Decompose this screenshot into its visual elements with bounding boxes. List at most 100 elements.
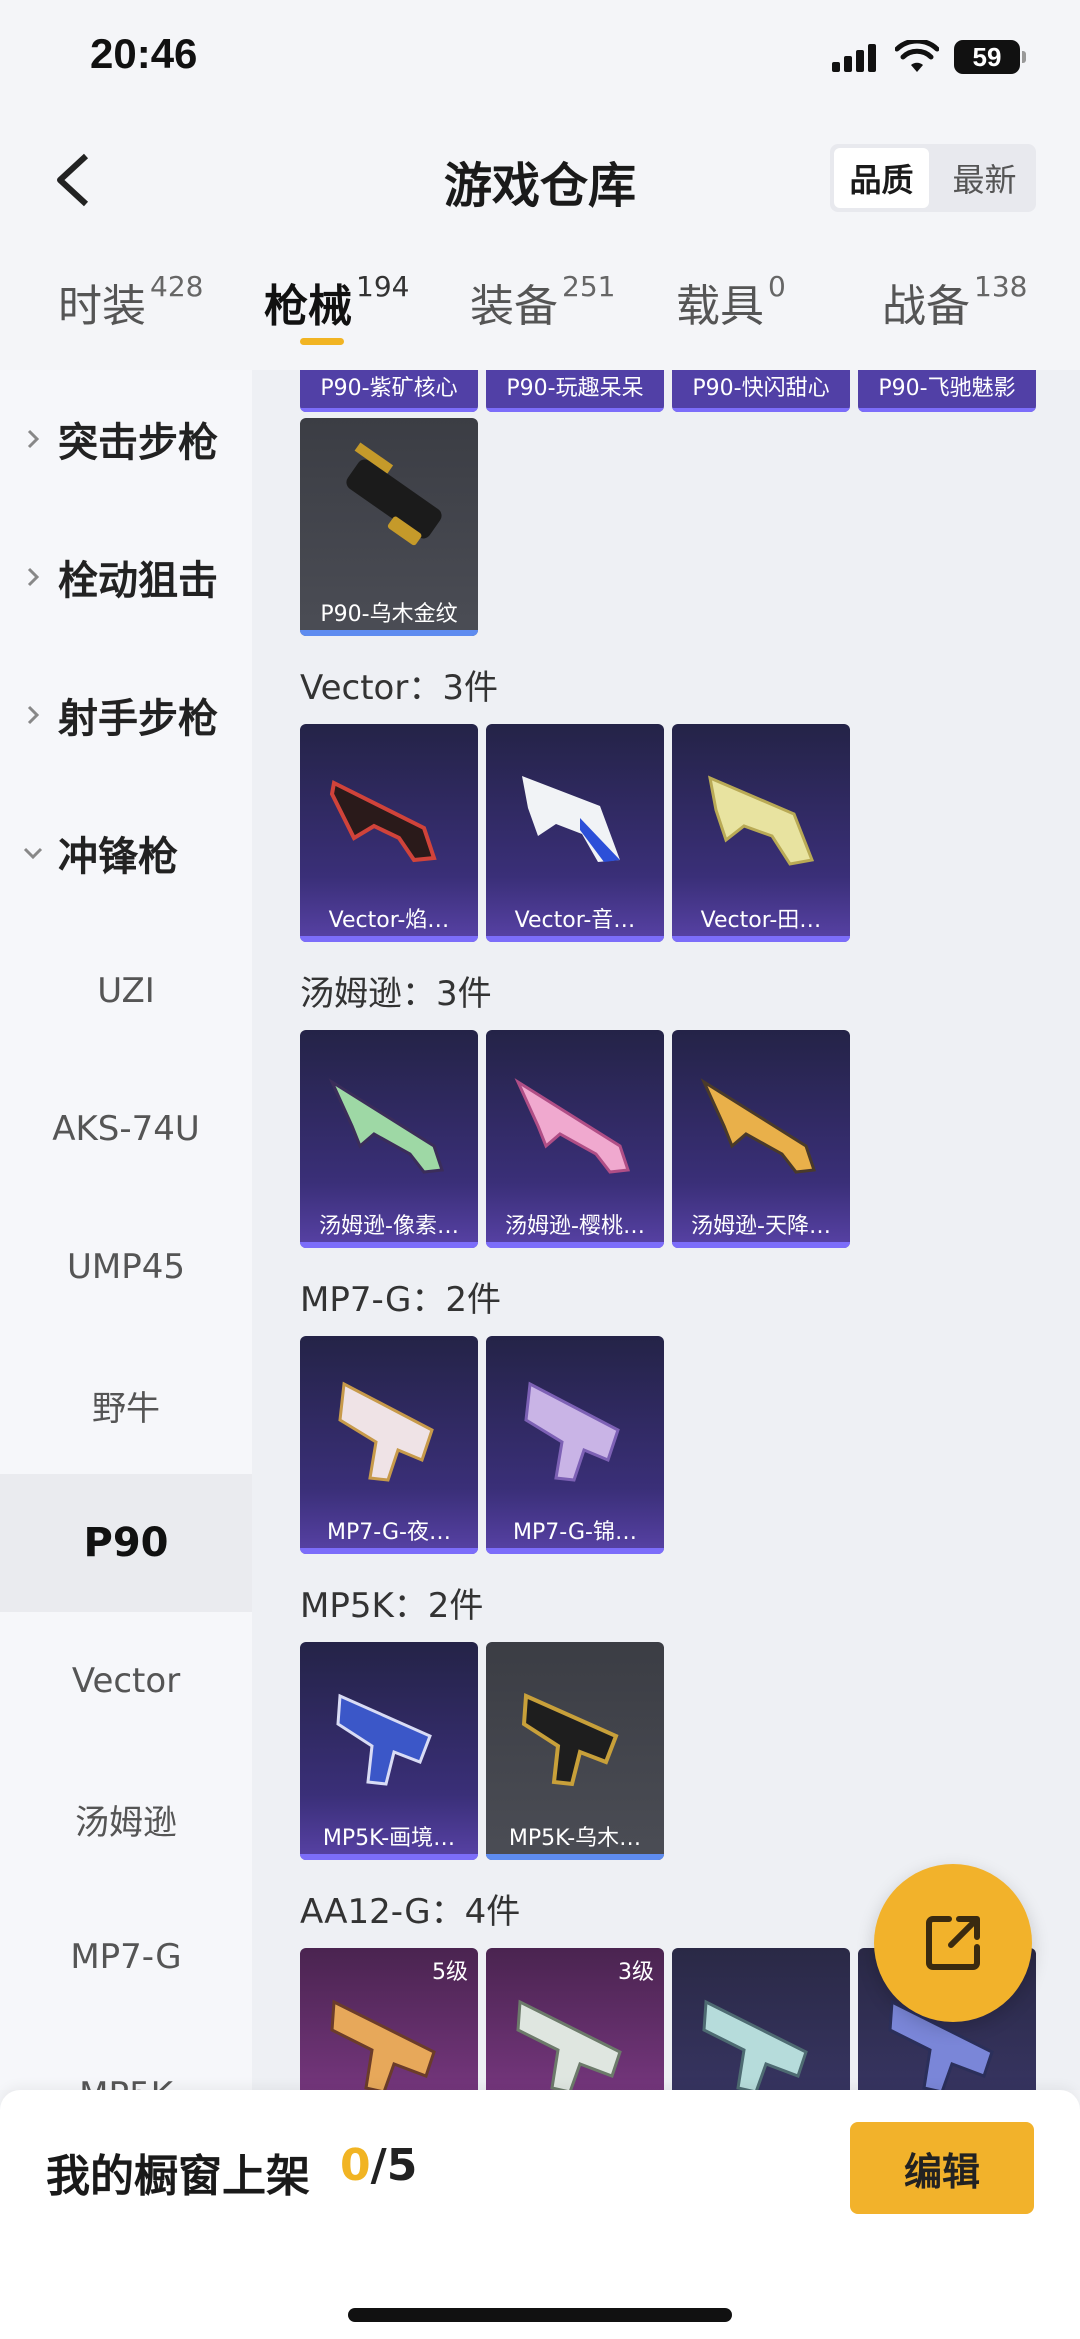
- rarity-bar: [486, 1242, 664, 1248]
- skin-card[interactable]: 5级: [300, 1948, 478, 2090]
- skin-card[interactable]: Vector-音…: [486, 724, 664, 942]
- skin-card-label: Vector-音…: [514, 908, 636, 933]
- aa12g-gun-image: [702, 1999, 808, 2090]
- skin-card-label: P90-乌木金纹: [320, 602, 458, 627]
- sidebar-item-uzi[interactable]: UZI: [0, 922, 252, 1060]
- chevron-right-icon: [27, 429, 40, 449]
- sidebar-item-ump45[interactable]: UMP45: [0, 1198, 252, 1336]
- skin-card-label[interactable]: P90-紫矿核心: [300, 370, 478, 412]
- skin-card-label[interactable]: P90-快闪甜心: [672, 370, 850, 412]
- skin-card-label: 汤姆逊-像素…: [319, 1214, 459, 1239]
- wifi-icon: [895, 40, 939, 72]
- sidebar-item-bison[interactable]: 野牛: [0, 1336, 252, 1474]
- skin-card-label[interactable]: P90-玩趣呆呆: [486, 370, 664, 412]
- rarity-bar: [672, 936, 850, 942]
- skin-card[interactable]: P90-乌木金纹: [300, 418, 478, 636]
- tab-label: 装备: [470, 281, 558, 332]
- rarity-bar: [300, 1854, 478, 1860]
- vector-gun-image: [329, 780, 437, 863]
- chevron-down-icon: [23, 847, 43, 860]
- header: 游戏仓库 品质 最新: [0, 120, 1080, 240]
- skin-card-label: 汤姆逊-樱桃…: [505, 1214, 645, 1239]
- skin-card[interactable]: Vector-焰…: [300, 724, 478, 942]
- sidebar-group-marksman-rifles[interactable]: 射手步枪: [0, 646, 252, 784]
- tab-vehicles[interactable]: 载具 0: [676, 270, 786, 360]
- tab-tactical[interactable]: 战备 138: [882, 270, 1027, 360]
- rarity-bar: [300, 936, 478, 942]
- tab-count: 251: [562, 270, 616, 303]
- vector-gun-image: [522, 776, 620, 862]
- tab-equipment[interactable]: 装备 251: [470, 270, 615, 360]
- tab-firearms[interactable]: 枪械 194: [264, 270, 409, 360]
- chevron-right-icon: [27, 705, 40, 725]
- sidebar-item-vector[interactable]: Vector: [0, 1612, 252, 1750]
- sidebar-item-aks74u[interactable]: AKS-74U: [0, 1060, 252, 1198]
- sidebar-item-p90[interactable]: P90: [0, 1474, 252, 1612]
- sidebar-group-label: 射手步枪: [58, 696, 218, 742]
- rarity-bar: [300, 1548, 478, 1554]
- tab-label: 战备: [882, 281, 970, 332]
- aa12g-gun-image: [516, 1999, 622, 2090]
- tab-label: 枪械: [264, 281, 352, 332]
- skin-card-label[interactable]: P90-飞驰魅影: [858, 370, 1036, 412]
- sidebar-item-mp7g[interactable]: MP7-G: [0, 1888, 252, 2026]
- edit-button[interactable]: 编辑: [850, 2122, 1034, 2214]
- skin-card[interactable]: 汤姆逊-像素…: [300, 1030, 478, 1248]
- status-bar: 20:46 59: [0, 0, 1080, 120]
- skin-card[interactable]: 3级: [486, 1948, 664, 2090]
- section-title-thompson: 汤姆逊：3件: [300, 974, 492, 1014]
- skin-card-label: Vector-田…: [700, 908, 822, 933]
- tab-label: 时装: [58, 281, 146, 332]
- mp5k-gun-image: [521, 1693, 619, 1787]
- mp7g-gun-image: [524, 1381, 620, 1482]
- aa12g-gun-image: [330, 1999, 436, 2090]
- sidebar-group-smgs[interactable]: 冲锋枪: [0, 784, 252, 922]
- showcase-bar: 我的橱窗上架 0/5 编辑: [0, 2090, 1080, 2339]
- skin-card[interactable]: MP5K-乌木…: [486, 1642, 664, 1860]
- skin-card-label: MP5K-乌木…: [508, 1826, 642, 1851]
- skin-card[interactable]: MP7-G-锦…: [486, 1336, 664, 1554]
- tab-count: 138: [974, 270, 1028, 303]
- section-title-aa12g: AA12-G：4件: [300, 1892, 521, 1932]
- showcase-count: 0/5: [340, 2140, 417, 2191]
- tab-count: 0: [768, 270, 786, 303]
- tab-count: 428: [150, 270, 204, 303]
- rarity-bar: [486, 1854, 664, 1860]
- category-tabs: 时装 428 枪械 194 装备 251 载具 0 战备 138: [0, 270, 1080, 370]
- skin-card[interactable]: MP7-G-夜…: [300, 1336, 478, 1554]
- status-time: 20:46: [90, 30, 198, 77]
- skin-card-label: MP7-G-锦…: [513, 1520, 637, 1545]
- skin-card-label: MP7-G-夜…: [327, 1520, 451, 1545]
- weapon-category-sidebar: 突击步枪 栓动狙击 射手步枪 冲锋枪 UZI AKS-74U UMP45 野牛 …: [0, 370, 252, 2090]
- chevron-right-icon: [27, 567, 40, 587]
- sidebar-item-mp5k[interactable]: MP5K: [0, 2026, 252, 2090]
- rarity-bar: [486, 1548, 664, 1554]
- rarity-bar: [486, 936, 664, 942]
- share-button[interactable]: [874, 1864, 1032, 2022]
- rarity-bar: [300, 1242, 478, 1248]
- battery-icon: 59: [954, 40, 1026, 74]
- skin-card-label: MP5K-画境…: [322, 1826, 456, 1851]
- skin-card[interactable]: 汤姆逊-樱桃…: [486, 1030, 664, 1248]
- sort-newest-button[interactable]: 最新: [937, 148, 1032, 208]
- sidebar-item-thompson[interactable]: 汤姆逊: [0, 1750, 252, 1888]
- skin-card[interactable]: Vector-田…: [672, 724, 850, 942]
- sidebar-group-label: 栓动狙击: [58, 558, 218, 604]
- sidebar-group-bolt-snipers[interactable]: 栓动狙击: [0, 508, 252, 646]
- sidebar-group-label: 突击步枪: [58, 420, 218, 466]
- skin-card[interactable]: [672, 1948, 850, 2090]
- section-title-vector: Vector：3件: [300, 668, 498, 708]
- mp7g-gun-image: [338, 1381, 434, 1482]
- skin-card[interactable]: MP5K-画境…: [300, 1642, 478, 1860]
- skin-card-label: Vector-焰…: [328, 908, 450, 933]
- skin-card[interactable]: 汤姆逊-天降…: [672, 1030, 850, 1248]
- tab-active-indicator: [300, 338, 344, 345]
- rarity-bar: [672, 1242, 850, 1248]
- mp5k-gun-image: [336, 1693, 432, 1786]
- tab-label: 载具: [676, 281, 764, 332]
- home-indicator: [348, 2308, 732, 2322]
- sidebar-group-assault-rifles[interactable]: 突击步枪: [0, 370, 252, 508]
- tab-fashion[interactable]: 时装 428: [58, 270, 203, 360]
- sort-quality-button[interactable]: 品质: [834, 148, 929, 208]
- showcase-label: 我的橱窗上架: [46, 2151, 310, 2202]
